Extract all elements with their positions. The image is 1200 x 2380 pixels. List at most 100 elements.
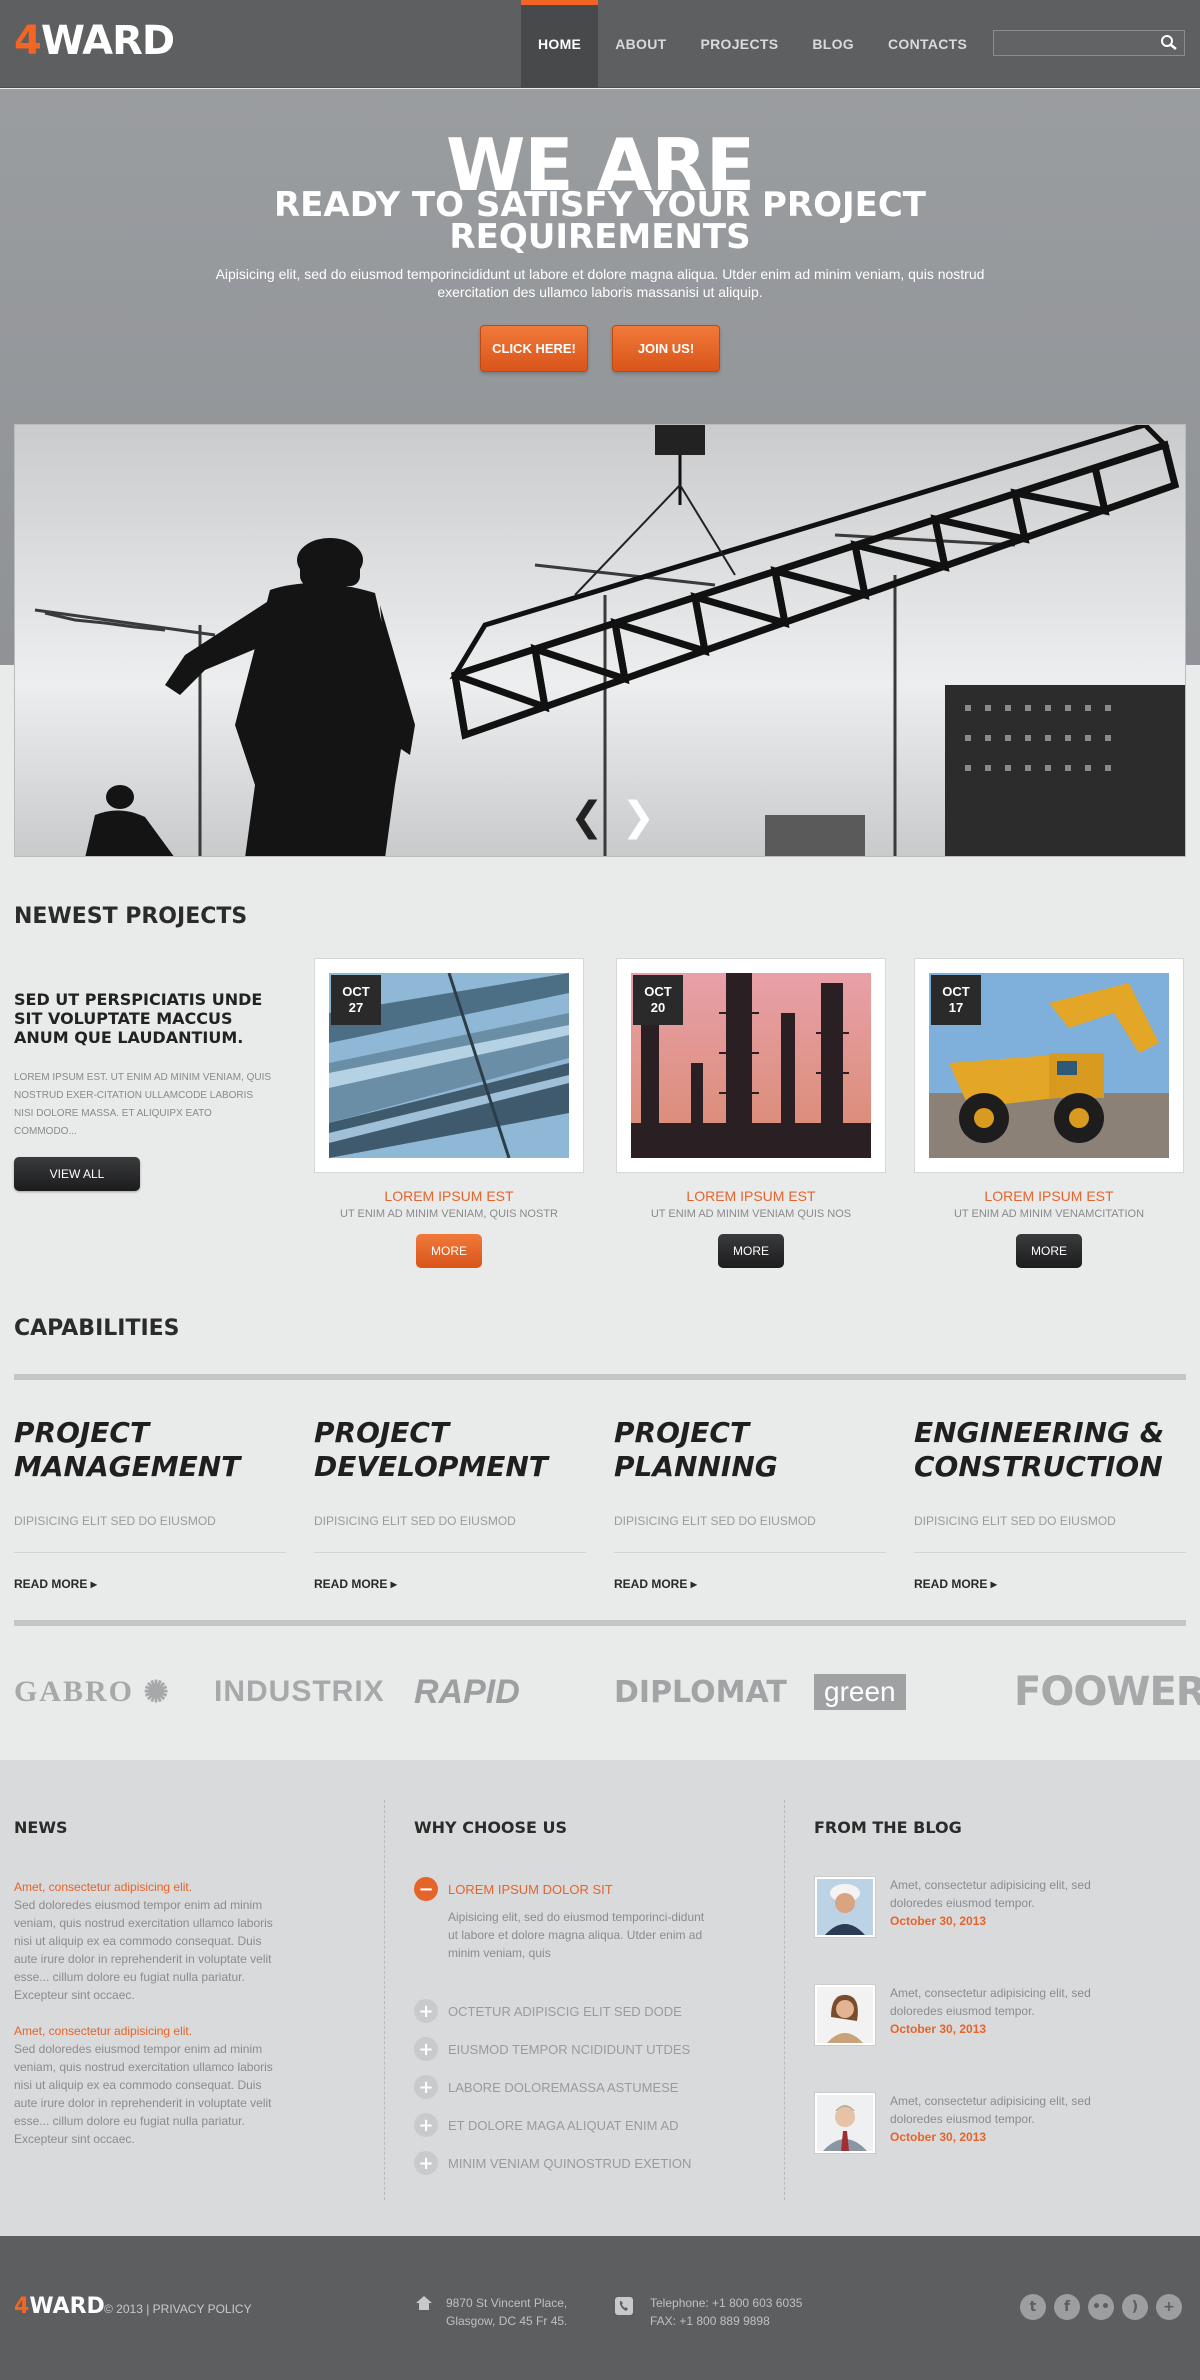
accordion-item[interactable]: + ET DOLORE MAGA ALIQUAT ENIM AD [414,2106,714,2144]
project-title[interactable]: LOREM IPSUM EST [914,1188,1184,1204]
nav-about[interactable]: ABOUT [598,0,683,88]
partner-logo-rapid[interactable]: RAPID [414,1664,520,1720]
column-divider [784,1800,785,2200]
capability-item: PROJECT MANAGEMENT DIPISICING ELIT SED DO… [14,1416,286,1591]
footer-address: 9870 St Vincent Place, Glasgow, DC 45 Fr… [416,2294,567,2330]
capability-text: DIPISICING ELIT SED DO EIUSMOD [914,1514,1186,1553]
blog-date[interactable]: October 30, 2013 [890,2020,1094,2038]
partner-logo-foower[interactable]: FOOWER [1014,1664,1200,1720]
blog-date[interactable]: October 30, 2013 [890,2128,1094,2146]
capability-title: PROJECT PLANNING [614,1416,778,1483]
accordion-item[interactable]: + EIUSMOD TEMPOR NCIDIDUNT UTDES [414,2030,714,2068]
nav-home[interactable]: HOME [521,0,599,88]
project-image-frame[interactable]: OCT 17 [914,958,1184,1173]
swirl-icon: ✺ [143,1675,171,1709]
rss-icon[interactable]: ) [1122,2294,1148,2320]
accordion-item[interactable]: + LABORE DOLOREMASSA ASTUMESE [414,2068,714,2106]
woman-avatar[interactable] [814,1984,876,2046]
site-header: 4WARD HOME ABOUT PROJECTS BLOG CONTACTS [0,0,1200,88]
news-item: Amet, consectetur adipisicing elit. Sed … [14,1878,284,2004]
view-all-button[interactable]: VIEW ALL [14,1157,140,1191]
hero-slider: ❮ ❯ [14,424,1186,857]
plus-icon: + [414,2075,438,2099]
accordion-item-open[interactable]: − LOREM IPSUM DOLOR SIT [414,1870,714,1908]
capability-text: DIPISICING ELIT SED DO EIUSMOD [614,1514,886,1553]
more-button[interactable]: MORE [718,1234,784,1268]
plus-icon: + [414,2037,438,2061]
hero-subheadline: READY TO SATISFY YOUR PROJECT REQUIREMEN… [274,185,926,257]
construction-crane-photo [34,425,1185,856]
read-more-link[interactable]: READ MORE ▸ [914,1577,1186,1591]
nav-blog[interactable]: BLOG [795,0,871,88]
flickr-icon[interactable]: •• [1088,2294,1114,2320]
project-subtitle: UT ENIM AD MINIM VENAMCITATION [953,1208,1145,1220]
join-us-button[interactable]: JOIN US! [612,325,720,372]
partner-logo-industrix[interactable]: INDUSTRIX [214,1664,385,1720]
twitter-icon[interactable]: t [1020,2294,1046,2320]
nav-projects[interactable]: PROJECTS [683,0,795,88]
logo[interactable]: 4WARD [14,18,175,64]
project-card: OCT 20 LOREM IPSUM EST UT ENIM AD MINIM V… [616,958,886,1268]
capability-text: DIPISICING ELIT SED DO EIUSMOD [314,1514,586,1553]
blog-date[interactable]: October 30, 2013 [890,1912,1094,1930]
news-item-title[interactable]: Amet, consectetur adipisicing elit. [14,2022,284,2040]
accordion-label: ET DOLORE MAGA ALIQUAT ENIM AD [448,2117,679,2133]
facebook-icon[interactable]: f [1054,2294,1080,2320]
search-box [993,30,1185,56]
project-subtitle: UT ENIM AD MINIM VENIAM QUIS NOS [650,1208,852,1220]
read-more-link[interactable]: READ MORE ▸ [14,1577,286,1591]
news-title: NEWS [14,1818,68,1837]
read-more-link[interactable]: READ MORE ▸ [314,1577,586,1591]
blog-body: Amet, consectetur adipisicing elit, sed … [890,1876,1094,1984]
privacy-policy-link[interactable]: PRIVACY POLICY [153,2302,252,2316]
hero-text: Aipisicing elit, sed do eiusmod temporin… [215,266,985,300]
arrow-right-icon: ▸ [90,1577,97,1591]
blog-item: Amet, consectetur adipisicing elit, sed … [814,2092,1094,2200]
slider-next-icon[interactable]: ❯ [622,797,656,837]
capability-item: PROJECT DEVELOPMENT DIPISICING ELIT SED D… [314,1416,586,1591]
more-button[interactable]: MORE [1016,1234,1082,1268]
more-button[interactable]: MORE [416,1234,482,1268]
slider-prev-icon[interactable]: ❮ [570,797,604,837]
read-more-link[interactable]: READ MORE ▸ [614,1577,886,1591]
accordion-item[interactable]: + MINIM VENIAM QUINOSTRUD EXETION [414,2144,714,2182]
capabilities-title: CAPABILITIES [14,1316,180,1341]
news-item-title[interactable]: Amet, consectetur adipisicing elit. [14,1878,284,1896]
blog-excerpt: Amet, consectetur adipisicing elit, sed … [890,1878,1091,1910]
plus-icon[interactable]: + [1156,2294,1182,2320]
partner-logo-gabro[interactable]: GABRO ✺ [14,1664,171,1720]
accordion-item[interactable]: + OCTETUR ADIPISCIG ELIT SED DODE [414,1992,714,2030]
footer-logo[interactable]: 4WARD [14,2294,105,2319]
search-icon[interactable] [1158,34,1180,52]
click-here-button[interactable]: CLICK HERE! [480,325,588,372]
blog-list: Amet, consectetur adipisicing elit, sed … [814,1876,1094,2200]
arrow-right-icon: ▸ [390,1577,397,1591]
partner-logo-green[interactable]: green [814,1664,906,1720]
project-subtitle: UT ENIM AD MINIM VENIAM, QUIS NOSTR [340,1208,558,1220]
arrow-right-icon: ▸ [690,1577,697,1591]
project-title[interactable]: LOREM IPSUM EST [314,1188,584,1204]
accordion-label: MINIM VENIAM QUINOSTRUD EXETION [448,2155,692,2171]
search-input[interactable] [994,31,1154,55]
capability-item: ENGINEERING & CONSTRUCTION DIPISICING ELI… [914,1416,1186,1591]
project-image-frame[interactable]: OCT 27 [314,958,584,1173]
main-nav: HOME ABOUT PROJECTS BLOG CONTACTS [521,0,984,88]
home-icon [416,2296,432,2310]
capability-title: ENGINEERING & CONSTRUCTION [914,1416,1165,1483]
project-image-frame[interactable]: OCT 20 [616,958,886,1173]
minus-icon: − [414,1877,438,1901]
phone-icon [615,2297,633,2315]
businessman-avatar[interactable] [814,2092,876,2154]
accordion-label: LOREM IPSUM DOLOR SIT [448,1881,613,1897]
capability-item: PROJECT PLANNING DIPISICING ELIT SED DO E… [614,1416,886,1591]
newest-projects-title: NEWEST PROJECTS [14,904,248,929]
from-the-blog-title: FROM THE BLOG [814,1818,962,1837]
project-title[interactable]: LOREM IPSUM EST [616,1188,886,1204]
blog-excerpt: Amet, consectetur adipisicing elit, sed … [890,1986,1091,2018]
nav-contacts[interactable]: CONTACTS [871,0,984,88]
project-card: OCT 17 LOREM IPSUM EST UT ENIM AD MINIM V… [914,958,1184,1268]
social-links: t f •• ) + [1020,2294,1182,2320]
partner-logo-diplomat[interactable]: DIPLOMAT [614,1664,787,1720]
worker-helmet-avatar[interactable] [814,1876,876,1938]
date-badge: OCT 27 [331,975,381,1025]
